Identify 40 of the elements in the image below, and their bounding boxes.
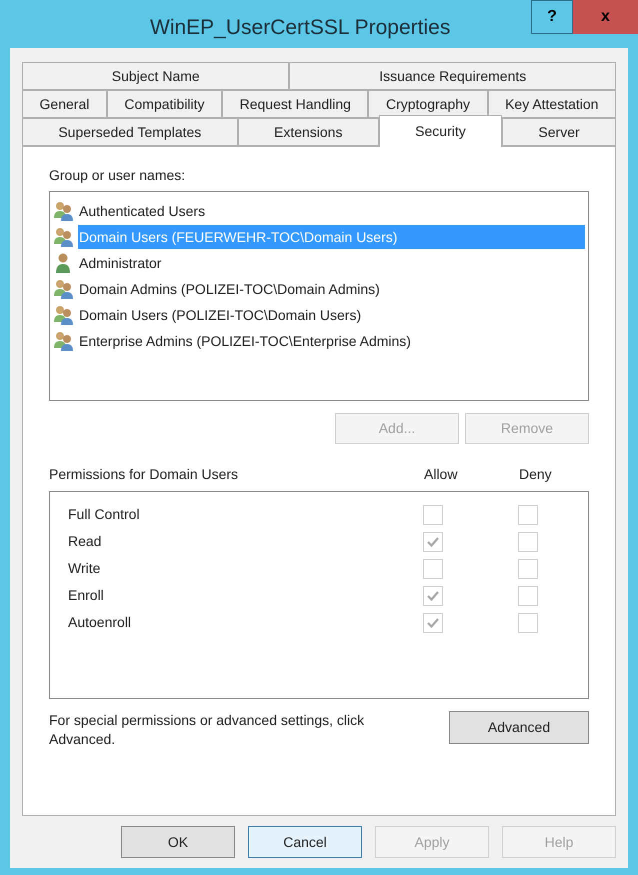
cancel-button[interactable]: Cancel	[248, 826, 362, 858]
permission-name: Autoenroll	[68, 613, 132, 632]
checkmark-icon	[426, 536, 440, 548]
user-group-icon	[53, 227, 75, 247]
tab[interactable]: Issuance Requirements	[289, 62, 616, 90]
permission-name: Enroll	[68, 586, 105, 605]
ok-button[interactable]: OK	[121, 826, 235, 858]
user-group-icon	[53, 305, 75, 325]
user-group-icon	[53, 279, 75, 299]
principal-item[interactable]: Domain Admins (POLIZEI-TOC\Domain Admins)	[78, 277, 585, 301]
principal-item[interactable]: Enterprise Admins (POLIZEI-TOC\Enterprise Admins)	[78, 329, 585, 353]
checkmark-icon	[426, 616, 440, 628]
tab[interactable]: Server	[502, 118, 616, 146]
tab[interactable]: Superseded Templates	[22, 118, 238, 146]
help-button[interactable]: ?	[531, 0, 573, 34]
permission-name: Write	[68, 559, 102, 578]
checkmark-icon	[426, 590, 440, 602]
allow-column-header: Allow	[424, 465, 458, 484]
permission-name: Full Control	[68, 505, 141, 524]
tab[interactable]: Subject Name	[22, 62, 290, 90]
tab[interactable]: Extensions	[238, 118, 379, 146]
tab[interactable]: Compatibility	[106, 90, 222, 118]
user-group-icon	[53, 331, 75, 351]
principal-item[interactable]: Domain Users (POLIZEI-TOC\Domain Users)	[78, 303, 585, 327]
window-title: WinEP_UserCertSSL Properties	[150, 15, 450, 41]
tab[interactable]: Security	[378, 115, 502, 147]
principal-item[interactable]: Administrator	[78, 251, 585, 275]
close-button[interactable]: x	[573, 0, 638, 34]
permission-name: Read	[68, 532, 102, 551]
tab[interactable]: Request Handling	[222, 90, 368, 118]
advanced-hint-text: For special permissions or advanced settings, click Advanced.	[49, 711, 366, 749]
group-list-label: Group or user names:	[49, 166, 186, 185]
user-group-icon	[53, 201, 75, 221]
principal-item[interactable]: Authenticated Users	[78, 199, 585, 223]
advanced-button[interactable]: Advanced	[449, 711, 589, 744]
tab[interactable]: General	[22, 90, 107, 118]
tab[interactable]: Cryptography	[368, 90, 488, 118]
permissions-label: Permissions for Domain Users	[49, 465, 240, 484]
deny-column-header: Deny	[519, 465, 553, 484]
tab[interactable]: Key Attestation	[488, 90, 616, 118]
